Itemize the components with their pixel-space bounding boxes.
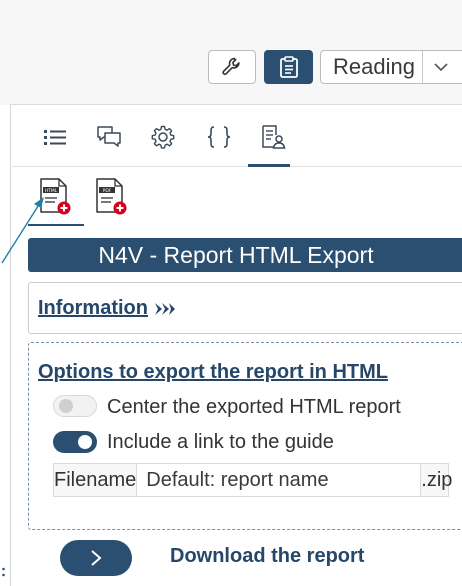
information-section: Information xyxy=(28,282,462,334)
active-tab-indicator xyxy=(248,164,290,167)
view-mode-select[interactable]: Reading xyxy=(320,50,462,84)
list-icon xyxy=(44,130,66,145)
tab-code[interactable] xyxy=(204,122,234,152)
tools-button[interactable] xyxy=(208,50,256,84)
toggle-knob xyxy=(59,399,73,413)
information-label: Information xyxy=(38,297,148,319)
tab-list[interactable] xyxy=(40,122,70,152)
tabs-baseline xyxy=(12,166,462,167)
view-mode-value: Reading xyxy=(333,54,415,79)
download-label[interactable]: Download the report xyxy=(170,545,364,568)
toggle-knob xyxy=(78,435,92,449)
svg-text:HTML: HTML xyxy=(45,188,58,194)
tab-settings[interactable] xyxy=(148,122,178,152)
center-report-toggle[interactable] xyxy=(53,395,97,417)
report-user-icon xyxy=(262,125,286,149)
clipboard-icon xyxy=(279,56,298,78)
download-button[interactable] xyxy=(60,540,132,576)
panel-title-text: N4V - Report HTML Export xyxy=(98,241,374,268)
panel-left-border xyxy=(10,105,11,586)
toolbar-divider xyxy=(10,104,462,105)
tab-report-export[interactable] xyxy=(258,122,288,152)
include-guide-link-label: Include a link to the guide xyxy=(107,431,334,453)
pdf-file-icon: PDF xyxy=(96,178,127,215)
panel-title: N4V - Report HTML Export xyxy=(28,238,462,272)
gear-icon xyxy=(151,125,175,149)
filename-input[interactable] xyxy=(137,464,422,496)
include-guide-link-toggle[interactable] xyxy=(53,431,97,453)
chevron-right-icon xyxy=(91,550,102,566)
clipboard-button[interactable] xyxy=(264,50,313,84)
double-chevron-right-icon xyxy=(155,302,175,315)
panel-tabs xyxy=(28,118,462,164)
information-link[interactable]: Information xyxy=(38,297,176,320)
braces-icon xyxy=(207,126,231,148)
comments-icon xyxy=(97,126,121,147)
pdf-export-type[interactable]: PDF xyxy=(94,178,130,216)
wrench-icon xyxy=(222,57,240,75)
export-options-section: Options to export the report in HTML Cen… xyxy=(28,342,462,530)
filename-group: Filename .zip xyxy=(53,463,453,497)
filename-label: Filename xyxy=(54,464,138,496)
resize-handle-icon[interactable] xyxy=(2,566,5,584)
options-title: Options to export the report in HTML xyxy=(38,361,388,383)
center-report-label: Center the exported HTML report xyxy=(107,396,401,418)
filename-extension: .zip xyxy=(421,468,453,491)
svg-text:PDF: PDF xyxy=(103,188,112,194)
tab-comments[interactable] xyxy=(94,122,124,152)
chevron-down-icon[interactable] xyxy=(433,60,449,74)
